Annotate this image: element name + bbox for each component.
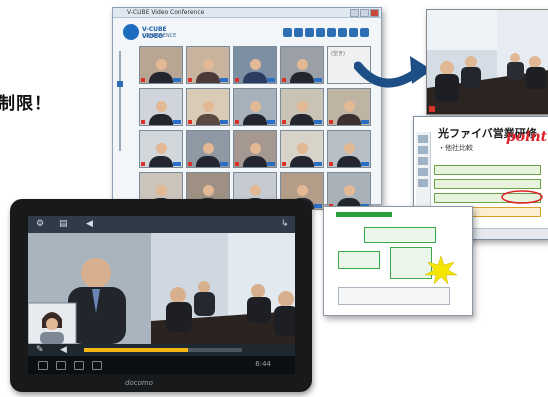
enlarged-video-window[interactable]	[426, 9, 548, 115]
gear-icon[interactable]	[283, 28, 292, 37]
document-box	[338, 251, 380, 269]
logo-line2: CONFERENCE	[142, 33, 177, 39]
participant-tile[interactable]	[327, 130, 371, 168]
participant-tile[interactable]	[139, 130, 183, 168]
document-header	[336, 212, 392, 217]
share-icon[interactable]	[316, 28, 325, 37]
participant-tile[interactable]	[186, 46, 230, 84]
participant-tile[interactable]	[233, 46, 277, 84]
meeting-room-image	[427, 10, 548, 114]
exit-icon[interactable]: ↳	[281, 220, 289, 229]
search-icon[interactable]	[294, 28, 303, 37]
starburst-icon	[424, 255, 458, 285]
participant-grid: (空き)	[139, 46, 371, 210]
participant-tile[interactable]	[327, 172, 371, 210]
vcube-logo: V-CUBE VIDEO CONFERENCE	[123, 22, 183, 44]
participant-tile[interactable]	[139, 88, 183, 126]
back-icon[interactable]	[38, 361, 48, 370]
shape-tool-icon[interactable]	[418, 157, 428, 165]
carrier-brand: docomo	[125, 379, 153, 387]
volume-progress-bar[interactable]	[84, 348, 242, 352]
volume-slider[interactable]	[117, 51, 123, 151]
home-icon[interactable]	[56, 361, 66, 370]
red-circle-annotation	[501, 190, 543, 204]
signal-icon[interactable]	[360, 28, 369, 37]
tablet-device: ⚙ ▤ ◀ ↳ ✎ ◀ 6:44 docomo	[10, 199, 312, 392]
whiteboard-icon[interactable]	[338, 28, 347, 37]
volume-icon[interactable]: ◀	[60, 346, 67, 355]
conference-window-title: V-CUBE Video Conference	[113, 8, 381, 18]
color-tool-icon[interactable]	[418, 179, 428, 187]
vcube-logo-mark	[123, 24, 139, 40]
participant-tile[interactable]	[233, 130, 277, 168]
slider-knob[interactable]	[117, 81, 123, 87]
speaker-icon	[141, 78, 145, 82]
participant-tile[interactable]	[186, 88, 230, 126]
tablet-screen: ⚙ ▤ ◀ ↳ ✎ ◀ 6:44	[28, 216, 295, 374]
participant-tile[interactable]	[139, 46, 183, 84]
whiteboard-bar	[434, 165, 541, 175]
participant-tile[interactable]	[280, 88, 324, 126]
chat-icon[interactable]	[349, 28, 358, 37]
wrench-icon[interactable]: ✎	[36, 346, 44, 355]
conference-window: V-CUBE Video Conference V-CUBE VIDEO CON…	[112, 7, 382, 210]
volume-progress-fill	[84, 348, 189, 352]
empty-tile-label: (空き)	[331, 51, 345, 57]
close-button[interactable]	[370, 9, 379, 17]
mic-icon	[173, 78, 181, 82]
whiteboard-annotation: point	[506, 129, 548, 145]
participant-tile[interactable]	[233, 88, 277, 126]
participant-tile[interactable]	[186, 130, 230, 168]
menu-icon[interactable]	[92, 361, 102, 370]
document-footer-box	[338, 287, 450, 305]
minimize-button[interactable]	[350, 9, 359, 17]
window-controls	[350, 9, 379, 17]
pen-tool-icon[interactable]	[418, 135, 428, 143]
participant-tile[interactable]	[280, 130, 324, 168]
participant-tile[interactable]	[280, 46, 324, 84]
gear-icon[interactable]: ⚙	[36, 220, 44, 229]
document-box	[364, 227, 436, 243]
layout-icon[interactable]: ▤	[59, 220, 68, 229]
tablet-video-feed	[28, 233, 295, 344]
whiteboard-subtitle: ・他社比較	[438, 144, 473, 152]
document-icon[interactable]	[305, 28, 314, 37]
eraser-tool-icon[interactable]	[418, 146, 428, 154]
tablet-topbar: ⚙ ▤ ◀ ↳	[28, 216, 295, 233]
conference-toolbar	[283, 28, 369, 37]
speaker-icon[interactable]: ◀	[86, 220, 93, 229]
arrow-right-icon	[354, 56, 432, 88]
status-clock: 6:44	[255, 360, 271, 368]
whiteboard-bar	[434, 179, 541, 189]
recent-apps-icon[interactable]	[74, 361, 84, 370]
shared-document-window[interactable]	[323, 206, 473, 316]
tablet-control-bar: ✎ ◀	[28, 344, 295, 356]
zoom-icon[interactable]	[327, 28, 336, 37]
maximize-button[interactable]	[360, 9, 369, 17]
text-tool-icon[interactable]	[418, 168, 428, 176]
tagline-text: 制限！	[0, 94, 52, 114]
android-navbar: 6:44	[28, 356, 295, 374]
